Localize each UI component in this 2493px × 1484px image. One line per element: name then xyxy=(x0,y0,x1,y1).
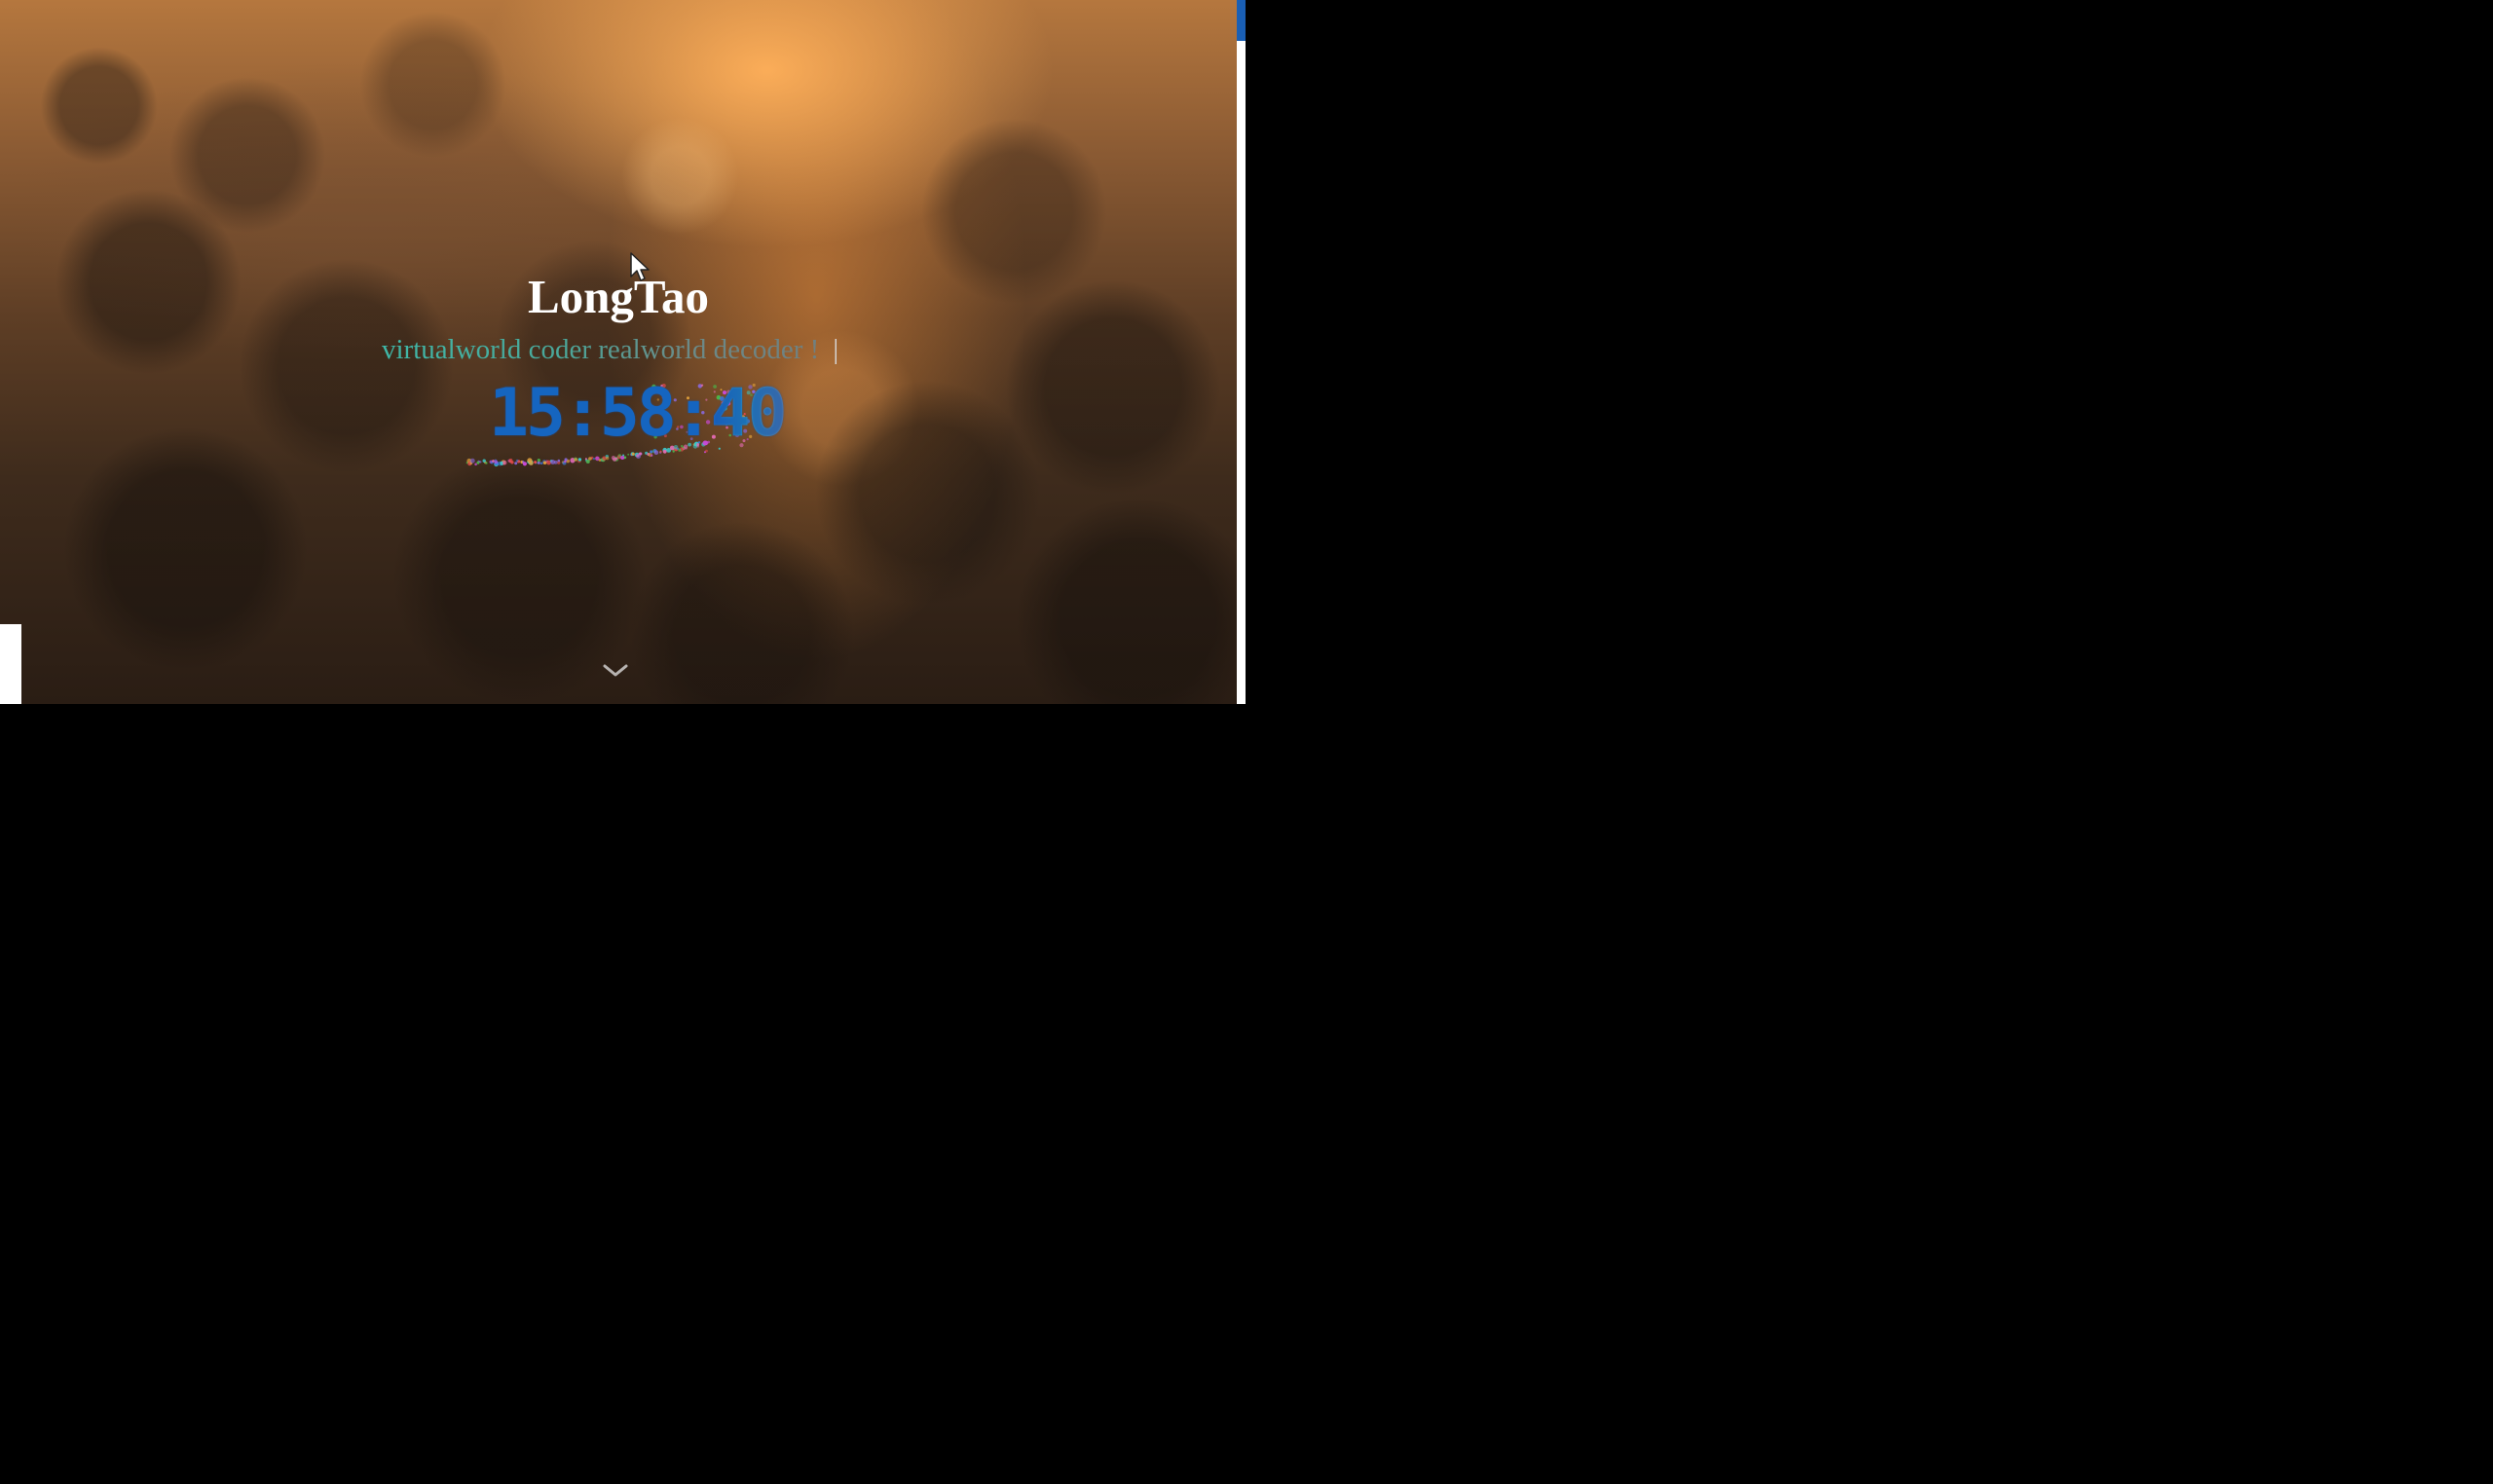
particle-dot xyxy=(592,457,596,461)
clock-hours-minutes: 15:58: xyxy=(489,375,714,452)
particle-dot xyxy=(564,458,568,462)
particle-dot xyxy=(510,461,514,464)
particle-dot xyxy=(631,452,635,456)
particle-dot xyxy=(577,458,582,462)
scroll-down-button[interactable] xyxy=(599,660,632,682)
particle-dot xyxy=(598,459,602,462)
subtitle-text: virtualworld coder realworld decoder ! xyxy=(382,334,820,365)
particle-dot xyxy=(614,457,618,461)
digital-clock: 15:58:40 xyxy=(465,375,788,472)
chevron-down-icon xyxy=(603,664,628,677)
particle-dot xyxy=(494,460,499,464)
particle-dot xyxy=(474,463,477,466)
particle-dot xyxy=(537,461,540,464)
particle-dot xyxy=(469,458,475,464)
reading-progress-indicator xyxy=(1237,0,1246,41)
particle-dot xyxy=(485,462,488,464)
site-title: LongTao xyxy=(527,270,710,323)
particle-dot xyxy=(522,462,527,466)
particle-dot xyxy=(620,456,625,460)
particle-dot xyxy=(557,459,561,463)
particle-dot xyxy=(515,459,519,463)
typing-caret: | xyxy=(833,334,839,365)
particle-dot xyxy=(514,462,518,465)
particle-dot xyxy=(636,454,640,458)
particle-dot xyxy=(574,458,578,462)
particle-dot xyxy=(651,454,653,457)
page-scrollbar-track[interactable] xyxy=(1237,0,1246,704)
particle-dot xyxy=(605,456,610,461)
typewriter-subtitle: virtualworld coder realworld decoder ! | xyxy=(382,334,838,366)
clock-time: 15:58:40 xyxy=(489,375,788,453)
clock-seconds: 40 xyxy=(710,375,788,452)
hero-section: LongTao virtualworld coder realworld dec… xyxy=(0,0,1237,704)
particle-dot xyxy=(627,453,630,456)
particle-dot xyxy=(534,461,538,464)
particle-dot xyxy=(540,462,543,464)
particle-dot xyxy=(482,459,486,463)
particle-dot xyxy=(537,459,540,463)
side-drawer-tab[interactable] xyxy=(0,624,21,704)
particle-dot xyxy=(553,460,558,464)
particle-dot xyxy=(502,460,507,465)
mouse-pointer-icon xyxy=(630,252,650,281)
particle-dot xyxy=(622,454,625,457)
particle-dot xyxy=(588,457,592,461)
particle-dot xyxy=(529,461,534,465)
particle-dot xyxy=(476,461,480,464)
particle-dot xyxy=(479,461,482,464)
